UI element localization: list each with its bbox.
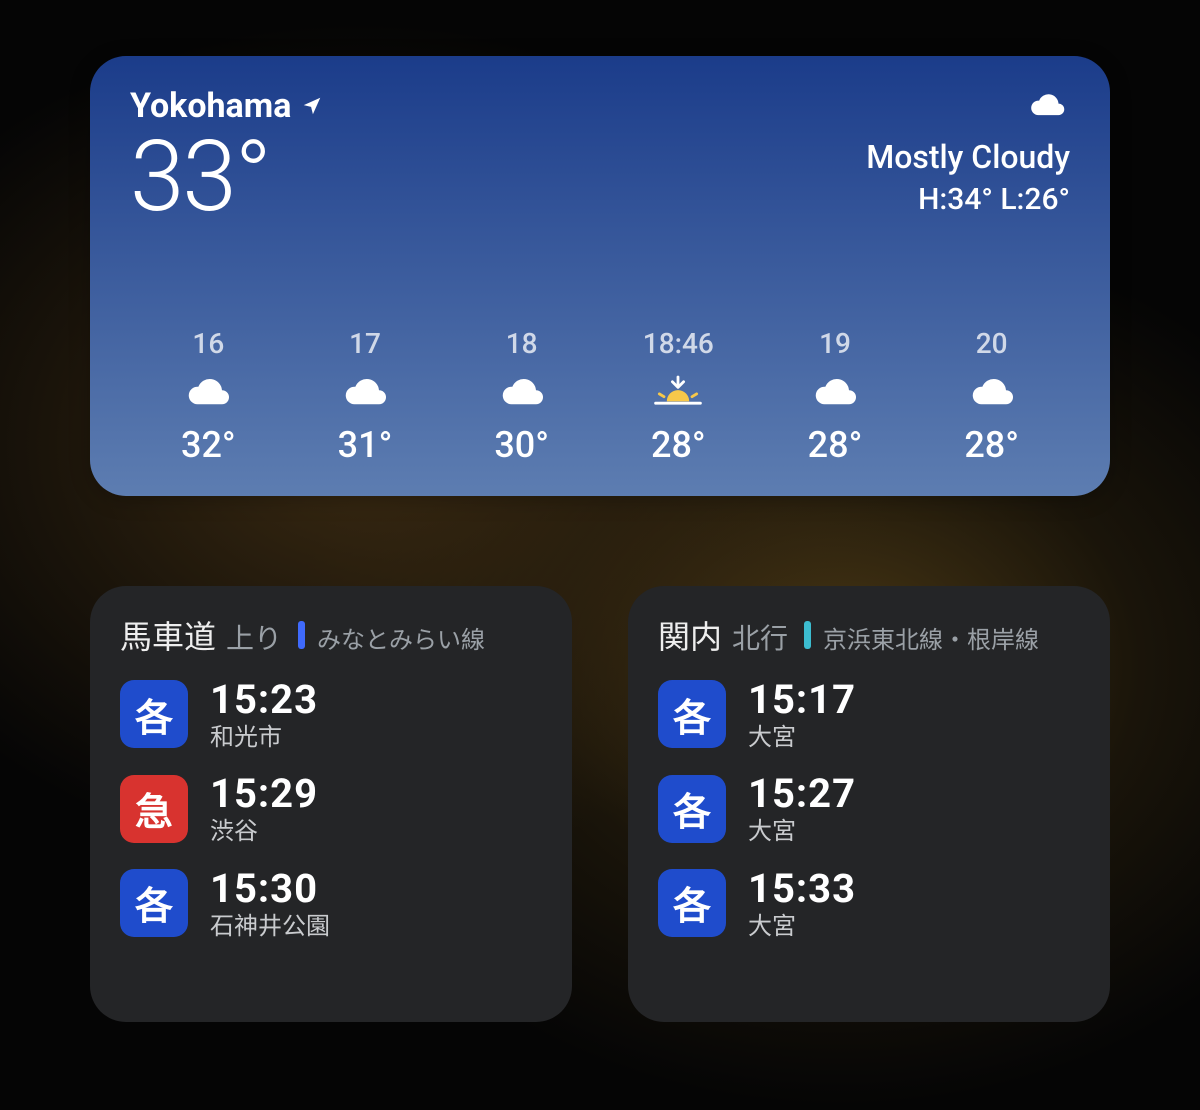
forecast-time: 19 <box>819 327 851 360</box>
train-type-badge: 各 <box>120 680 188 748</box>
hourly-forecast: 16 32° 17 31° 18 30° 18:46 <box>130 327 1070 472</box>
cloud-icon <box>180 372 236 412</box>
forecast-item: 18:46 28° <box>600 327 757 466</box>
destination-name: 渋谷 <box>210 818 318 844</box>
departure-time: 15:30 <box>210 867 330 911</box>
line-name: 京浜東北線・根岸線 <box>823 620 1039 655</box>
departure-time: 15:23 <box>210 678 318 722</box>
departure-list: 各 15:23 和光市 急 15:29 渋谷 各 15:30 石神井公園 <box>120 678 542 939</box>
forecast-temp: 28° <box>808 424 863 466</box>
forecast-time: 18 <box>506 327 538 360</box>
station-name: 関内 <box>658 612 722 658</box>
forecast-time: 18:46 <box>643 327 714 360</box>
condition-text: Mostly Cloudy <box>866 138 1070 176</box>
cloud-icon <box>964 372 1020 412</box>
forecast-temp: 28° <box>651 424 706 466</box>
destination-name: 大宮 <box>748 724 856 750</box>
forecast-temp: 31° <box>338 424 393 466</box>
destination-name: 和光市 <box>210 724 318 750</box>
departure-row: 急 15:29 渋谷 <box>120 772 542 844</box>
transit-header: 関内 北行 京浜東北線・根岸線 <box>658 612 1080 658</box>
train-type-badge: 各 <box>120 869 188 937</box>
transit-widget-left[interactable]: 馬車道 上り みなとみらい線 各 15:23 和光市 急 15:29 渋谷 <box>90 586 572 1022</box>
departure-time: 15:29 <box>210 772 318 816</box>
cloud-icon <box>494 372 550 412</box>
transit-widget-right[interactable]: 関内 北行 京浜東北線・根岸線 各 15:17 大宮 各 15:27 大宮 <box>628 586 1110 1022</box>
direction-label: 上り <box>226 617 282 657</box>
train-type-badge: 各 <box>658 869 726 937</box>
departure-row: 各 15:33 大宮 <box>658 867 1080 939</box>
destination-name: 石神井公園 <box>210 913 330 939</box>
location-arrow-icon <box>301 86 323 126</box>
forecast-item: 16 32° <box>130 327 287 466</box>
high-low-text: H:34° L:26° <box>918 182 1070 217</box>
destination-name: 大宮 <box>748 913 856 939</box>
weather-header: Yokohama 33° Mostly Cloudy H:34° L:26° <box>130 86 1070 226</box>
departure-row: 各 15:17 大宮 <box>658 678 1080 750</box>
departure-time: 15:27 <box>748 772 856 816</box>
weather-condition-block: Mostly Cloudy H:34° L:26° <box>866 86 1070 217</box>
sunset-icon <box>650 372 706 412</box>
destination-name: 大宮 <box>748 818 856 844</box>
transit-widgets-row: 馬車道 上り みなとみらい線 各 15:23 和光市 急 15:29 渋谷 <box>90 586 1110 1022</box>
forecast-item: 18 30° <box>443 327 600 466</box>
departure-time: 15:17 <box>748 678 856 722</box>
train-type-badge: 各 <box>658 775 726 843</box>
line-color-bar-icon <box>804 621 811 649</box>
forecast-item: 20 28° <box>913 327 1070 466</box>
station-name: 馬車道 <box>120 612 216 658</box>
line-name: みなとみらい線 <box>317 620 485 655</box>
departure-row: 各 15:27 大宮 <box>658 772 1080 844</box>
current-temperature: 33° <box>130 128 323 226</box>
departure-time: 15:33 <box>748 867 856 911</box>
departure-list: 各 15:17 大宮 各 15:27 大宮 各 15:33 大宮 <box>658 678 1080 939</box>
forecast-time: 17 <box>349 327 381 360</box>
forecast-item: 17 31° <box>287 327 444 466</box>
forecast-temp: 30° <box>494 424 549 466</box>
forecast-temp: 32° <box>181 424 236 466</box>
transit-header: 馬車道 上り みなとみらい線 <box>120 612 542 658</box>
cloud-icon <box>1024 88 1070 126</box>
line-color-bar-icon <box>298 621 305 649</box>
forecast-time: 20 <box>976 327 1008 360</box>
cloud-icon <box>337 372 393 412</box>
train-type-badge: 各 <box>658 680 726 748</box>
weather-location-block: Yokohama 33° <box>130 86 323 226</box>
forecast-item: 19 28° <box>757 327 914 466</box>
forecast-time: 16 <box>192 327 224 360</box>
forecast-temp: 28° <box>964 424 1019 466</box>
departure-row: 各 15:30 石神井公園 <box>120 867 542 939</box>
direction-label: 北行 <box>732 617 788 657</box>
cloud-icon <box>807 372 863 412</box>
weather-widget[interactable]: Yokohama 33° Mostly Cloudy H:34° L:26° 1… <box>90 56 1110 496</box>
departure-row: 各 15:23 和光市 <box>120 678 542 750</box>
train-type-badge: 急 <box>120 775 188 843</box>
